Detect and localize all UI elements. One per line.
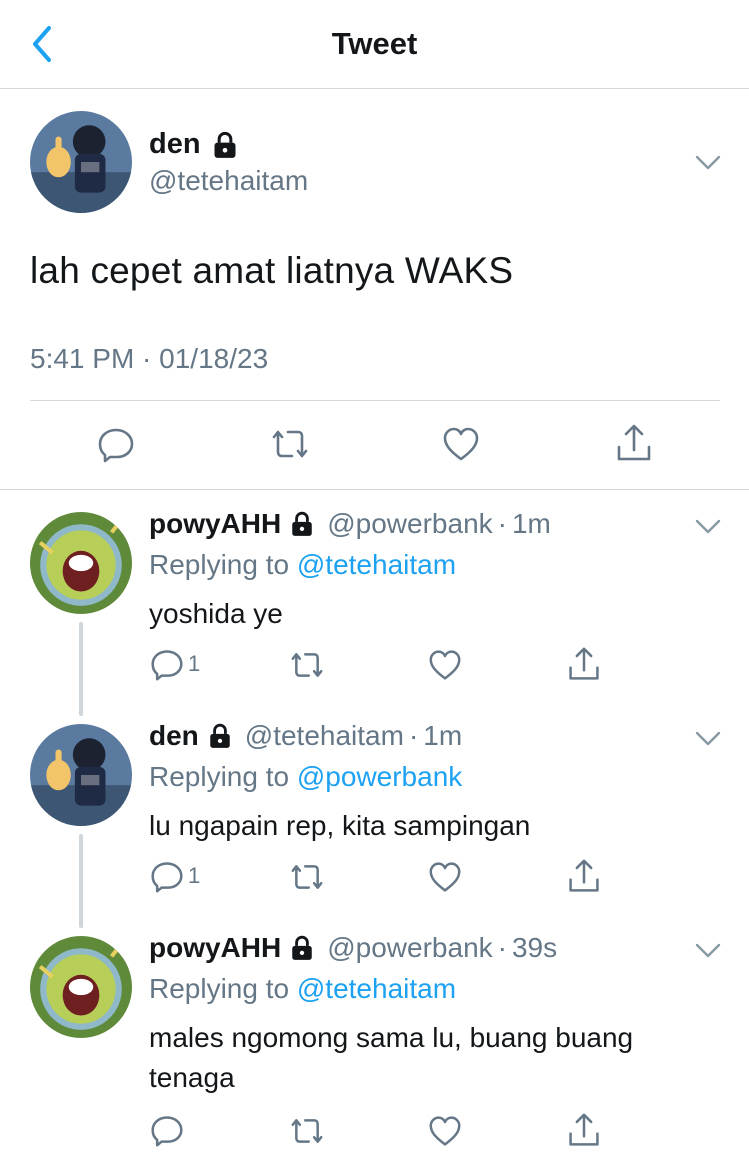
tweet-text: lah cepet amat liatnya WAKS bbox=[30, 250, 514, 291]
replying-prefix: Replying to bbox=[149, 549, 290, 580]
chevron-down-icon[interactable] bbox=[694, 729, 722, 749]
lock-icon bbox=[210, 723, 230, 748]
chevron-down-icon[interactable] bbox=[694, 517, 722, 537]
reply-button[interactable]: 1 bbox=[150, 858, 210, 894]
tweet-timestamp: 5:41 PM · 01/18/23 bbox=[30, 343, 269, 374]
reply-text: males ngomong sama lu, buang buang tenag… bbox=[149, 1022, 634, 1093]
chevron-down-icon[interactable] bbox=[694, 941, 722, 961]
share-icon bbox=[569, 859, 599, 892]
reply-icon bbox=[151, 1116, 183, 1147]
share-button[interactable] bbox=[566, 645, 602, 683]
top-bar: Tweet bbox=[0, 0, 749, 89]
separator-dot: · bbox=[497, 932, 507, 963]
reply-text: yoshida ye bbox=[149, 598, 283, 629]
avatar[interactable] bbox=[30, 512, 132, 614]
retweet-button[interactable] bbox=[287, 1114, 327, 1148]
share-icon bbox=[569, 647, 599, 680]
reply-header: den @tetehaitam · 1m bbox=[149, 720, 462, 752]
author-handle[interactable]: @powerbank bbox=[327, 508, 492, 540]
reply-button[interactable] bbox=[96, 424, 136, 464]
lock-icon bbox=[292, 511, 312, 536]
share-button[interactable] bbox=[566, 857, 602, 895]
like-icon bbox=[443, 427, 479, 461]
reply-time: 39s bbox=[511, 932, 558, 963]
replying-prefix: Replying to bbox=[149, 973, 290, 1004]
reply-icon bbox=[151, 650, 183, 681]
like-icon bbox=[429, 1116, 461, 1146]
like-icon bbox=[429, 650, 461, 680]
reply-icon bbox=[98, 428, 134, 463]
reply-icon bbox=[151, 862, 183, 893]
share-button[interactable] bbox=[614, 422, 654, 464]
reply-button[interactable] bbox=[150, 1112, 190, 1148]
avatar[interactable] bbox=[30, 724, 132, 826]
mention-link[interactable]: @powerbank bbox=[297, 761, 462, 792]
replying-to: Replying to @tetehaitam bbox=[149, 973, 456, 1005]
thread-line bbox=[79, 834, 83, 928]
avatar[interactable] bbox=[30, 936, 132, 1038]
reply-time: 1m bbox=[423, 720, 463, 751]
lock-icon bbox=[292, 935, 312, 960]
like-button[interactable] bbox=[427, 648, 463, 682]
reply-time: 1m bbox=[511, 508, 551, 539]
page-title: Tweet bbox=[331, 26, 418, 61]
replying-to: Replying to @tetehaitam bbox=[149, 549, 456, 581]
share-button[interactable] bbox=[566, 1111, 602, 1149]
mention-link[interactable]: @tetehaitam bbox=[297, 549, 456, 580]
retweet-icon bbox=[272, 430, 308, 458]
reply-header: powyAHH @powerbank · 39s bbox=[149, 932, 557, 964]
retweet-icon bbox=[291, 865, 323, 889]
author-handle[interactable]: @powerbank bbox=[327, 932, 492, 964]
like-button[interactable] bbox=[427, 860, 463, 894]
reply-button[interactable]: 1 bbox=[150, 646, 210, 682]
reply-text: lu ngapain rep, kita sampingan bbox=[149, 810, 531, 841]
avatar[interactable] bbox=[30, 111, 132, 213]
mention-link[interactable]: @tetehaitam bbox=[297, 973, 456, 1004]
reply-count: 1 bbox=[188, 651, 201, 676]
retweet-button[interactable] bbox=[287, 648, 327, 682]
lock-icon bbox=[214, 131, 236, 158]
author-name[interactable]: powyAHH bbox=[149, 508, 281, 540]
chevron-down-icon[interactable] bbox=[694, 153, 722, 173]
author-handle[interactable]: @tetehaitam bbox=[245, 720, 404, 752]
reply-header: powyAHH @powerbank · 1m bbox=[149, 508, 551, 540]
author-name[interactable]: powyAHH bbox=[149, 932, 281, 964]
separator-dot: · bbox=[408, 720, 419, 751]
separator-dot: · bbox=[497, 508, 507, 539]
retweet-icon bbox=[291, 653, 323, 677]
author-name[interactable]: den bbox=[149, 720, 199, 752]
author-name-text: den bbox=[149, 128, 201, 160]
reply-count: 1 bbox=[188, 863, 201, 888]
author-name[interactable]: den bbox=[149, 128, 239, 161]
share-icon bbox=[569, 1113, 599, 1146]
like-icon bbox=[429, 862, 461, 892]
share-icon bbox=[617, 424, 651, 461]
retweet-icon bbox=[291, 1119, 323, 1143]
retweet-button[interactable] bbox=[268, 424, 312, 464]
divider bbox=[30, 400, 720, 401]
like-button[interactable] bbox=[427, 1114, 463, 1148]
divider bbox=[0, 489, 749, 490]
like-button[interactable] bbox=[441, 424, 481, 464]
author-handle[interactable]: @tetehaitam bbox=[149, 165, 308, 197]
retweet-button[interactable] bbox=[287, 860, 327, 894]
thread-line bbox=[79, 622, 83, 716]
replying-to: Replying to @powerbank bbox=[149, 761, 462, 793]
replying-prefix: Replying to bbox=[149, 761, 290, 792]
